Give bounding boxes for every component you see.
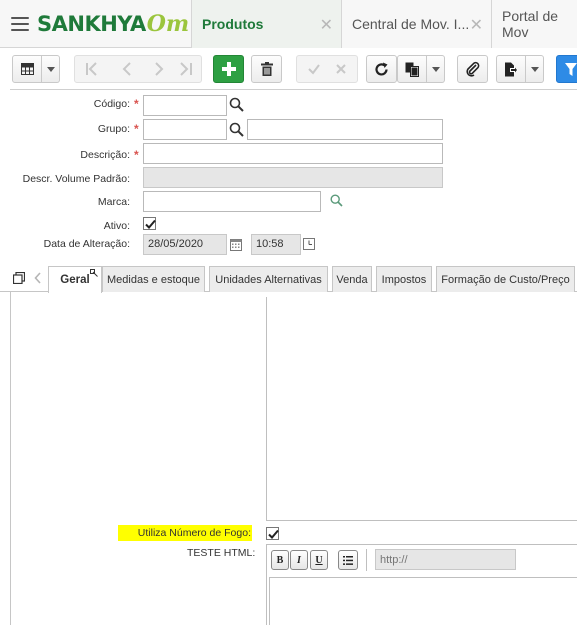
top-app-bar: SANKHYA Om Produtos ✕ Central de Mov. I..… bbox=[0, 0, 577, 48]
tab-produtos[interactable]: Produtos ✕ bbox=[191, 0, 341, 48]
ativo-label: Ativo: bbox=[103, 220, 130, 232]
grupo-description-field[interactable] bbox=[247, 119, 443, 140]
check-icon bbox=[145, 219, 156, 229]
tab-label: Formação de Custo/Preço bbox=[441, 273, 570, 286]
tab-label: Geral bbox=[60, 274, 90, 286]
fogo-label: Utiliza Número de Fogo: bbox=[118, 525, 252, 541]
tab-label: Unidades Alternativas bbox=[215, 273, 322, 286]
tab-medidas-estoque[interactable]: Medidas e estoque bbox=[102, 266, 205, 292]
editor-text-area[interactable] bbox=[269, 577, 577, 625]
chevron-down-icon bbox=[46, 66, 55, 72]
clock-icon[interactable] bbox=[303, 238, 315, 250]
ativo-checkbox[interactable] bbox=[143, 217, 156, 230]
search-icon[interactable] bbox=[229, 97, 244, 112]
next-record-button[interactable] bbox=[138, 55, 170, 83]
time-value: 10:58 bbox=[256, 238, 284, 250]
tab-label: Portal de Mov bbox=[502, 8, 559, 40]
filter-icon bbox=[565, 62, 577, 76]
last-record-button[interactable] bbox=[170, 55, 202, 83]
cancel-button[interactable] bbox=[327, 55, 358, 83]
close-icon[interactable]: ✕ bbox=[320, 15, 333, 35]
close-icon[interactable]: ✕ bbox=[470, 15, 483, 35]
tab-label: Medidas e estoque bbox=[107, 273, 200, 286]
plus-icon bbox=[221, 62, 236, 76]
duplicate-button[interactable] bbox=[397, 55, 427, 83]
editor-toolbar-divider bbox=[366, 549, 367, 571]
confirm-button[interactable] bbox=[296, 55, 327, 83]
date-field: 28/05/2020 bbox=[143, 234, 227, 255]
grid-view-button[interactable] bbox=[12, 55, 42, 83]
export-dropdown[interactable] bbox=[526, 55, 544, 83]
refresh-icon bbox=[375, 62, 388, 75]
descricao-input[interactable] bbox=[143, 143, 443, 164]
tab-formacao-custo-preco[interactable]: Formação de Custo/Preço bbox=[436, 266, 575, 292]
date-value: 28/05/2020 bbox=[148, 238, 204, 250]
search-icon[interactable] bbox=[229, 122, 244, 137]
export-icon bbox=[505, 62, 518, 76]
menu-icon[interactable] bbox=[11, 17, 29, 31]
chevron-down-icon bbox=[431, 66, 440, 72]
toolbar-divider bbox=[10, 89, 577, 90]
time-field: 10:58 bbox=[251, 234, 301, 255]
tab-label: Venda bbox=[336, 273, 368, 286]
link-url-input[interactable] bbox=[375, 549, 516, 570]
list-button[interactable] bbox=[338, 550, 358, 570]
tab-portal-mov[interactable]: Portal de Mov bbox=[491, 0, 577, 48]
content-divider bbox=[266, 297, 267, 521]
required-marker: * bbox=[134, 148, 139, 162]
add-button[interactable] bbox=[213, 55, 244, 83]
tab-venda[interactable]: Venda bbox=[332, 266, 372, 292]
grupo-input[interactable] bbox=[143, 119, 227, 140]
refresh-button[interactable] bbox=[366, 55, 397, 83]
search-icon[interactable] bbox=[330, 194, 343, 207]
filter-button[interactable] bbox=[556, 55, 577, 83]
delete-button[interactable] bbox=[251, 55, 282, 83]
duplicate-dropdown[interactable] bbox=[427, 55, 445, 83]
italic-button[interactable]: I bbox=[290, 550, 308, 570]
first-record-button[interactable] bbox=[74, 55, 106, 83]
tab-central-mov[interactable]: Central de Mov. I... ✕ bbox=[341, 0, 491, 48]
marca-input[interactable] bbox=[143, 191, 321, 212]
bold-button[interactable]: B bbox=[271, 550, 289, 570]
grid-icon bbox=[20, 63, 34, 75]
previous-record-button[interactable] bbox=[106, 55, 138, 83]
required-marker: * bbox=[134, 97, 139, 111]
grid-view-dropdown[interactable] bbox=[42, 55, 60, 83]
copy-icon bbox=[405, 62, 419, 77]
app-logo: SANKHYA Om bbox=[37, 11, 190, 37]
content-border bbox=[10, 292, 11, 625]
tab-label: Central de Mov. I... bbox=[352, 16, 470, 32]
tab-label: Impostos bbox=[381, 273, 427, 286]
tab-label: Produtos bbox=[202, 16, 264, 32]
tab-impostos[interactable]: Impostos bbox=[376, 266, 432, 292]
descr-volume-field bbox=[143, 167, 443, 188]
list-icon bbox=[343, 555, 353, 565]
required-marker: * bbox=[134, 122, 139, 136]
export-button[interactable] bbox=[496, 55, 526, 83]
calendar-icon[interactable] bbox=[230, 239, 242, 251]
descr-volume-label: Descr. Volume Padrão: bbox=[22, 173, 130, 185]
grupo-label: Grupo: bbox=[97, 123, 130, 135]
underline-button[interactable]: U bbox=[310, 550, 328, 570]
paperclip-icon bbox=[465, 61, 479, 77]
marca-label: Marca: bbox=[97, 196, 130, 208]
popout-icon bbox=[90, 269, 98, 277]
codigo-input[interactable] bbox=[143, 95, 227, 116]
content-divider bbox=[266, 520, 577, 521]
attach-button[interactable] bbox=[457, 55, 488, 83]
data-alteracao-label: Data de Alteração: bbox=[43, 238, 130, 250]
descricao-label: Descrição: bbox=[80, 149, 130, 161]
trash-icon bbox=[260, 62, 273, 76]
tab-unidades-alternativas[interactable]: Unidades Alternativas bbox=[209, 266, 328, 292]
codigo-label: Código: bbox=[93, 98, 130, 110]
chevron-left-icon[interactable] bbox=[34, 272, 42, 284]
detach-icon[interactable] bbox=[13, 272, 25, 284]
teste-html-label: TESTE HTML: bbox=[187, 547, 256, 559]
check-icon bbox=[268, 529, 279, 539]
chevron-down-icon bbox=[530, 66, 539, 72]
fogo-checkbox[interactable] bbox=[266, 527, 279, 540]
tab-geral[interactable]: Geral bbox=[48, 266, 102, 293]
